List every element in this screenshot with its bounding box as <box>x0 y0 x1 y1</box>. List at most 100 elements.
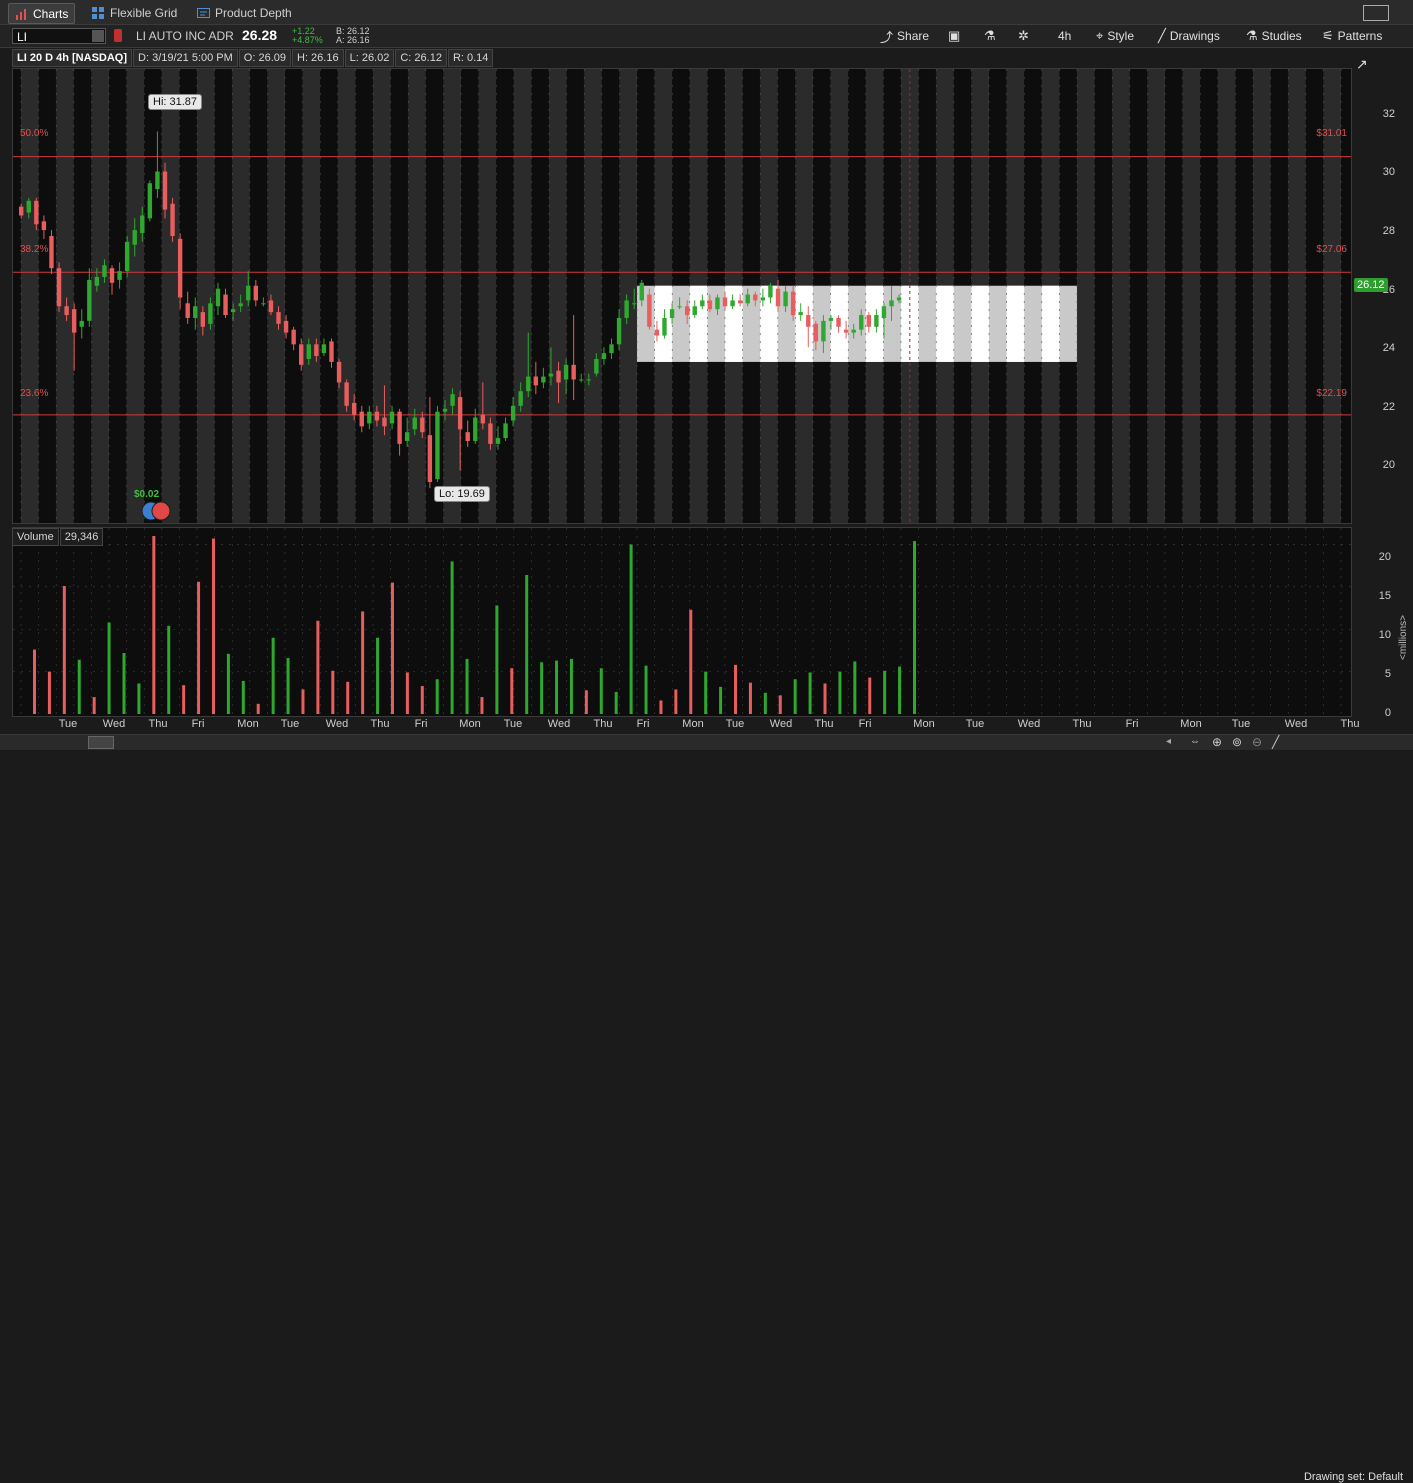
volume-bar <box>674 689 678 714</box>
style-button[interactable]: ⌖ Style <box>1096 28 1134 44</box>
pan-icon[interactable]: ⇔ <box>1190 736 1200 747</box>
pencil-icon: ╱ <box>1158 28 1166 43</box>
volume-bar <box>704 671 708 714</box>
candle-body <box>140 215 145 234</box>
volume-chart[interactable] <box>12 527 1352 717</box>
candle-body <box>480 414 486 424</box>
volume-bar <box>644 665 648 714</box>
time-tick: Tue <box>1231 718 1251 730</box>
time-tick: Mon <box>913 718 935 730</box>
studies-label: Studies <box>1261 29 1302 43</box>
candle-body <box>117 271 122 280</box>
candle-body <box>647 294 652 327</box>
session-stripe <box>285 69 303 523</box>
candle-body <box>79 320 84 327</box>
time-tick: Mon <box>459 718 481 730</box>
candle-body <box>737 300 743 304</box>
session-stripe <box>478 69 497 523</box>
chart-symbol[interactable]: LI 20 D 4h [NASDAQ] <box>12 49 133 67</box>
zoom-icon[interactable]: ⊚ <box>1232 735 1242 749</box>
fib-price-23: $22.19 <box>1316 388 1347 399</box>
tab-label: Flexible Grid <box>110 5 178 20</box>
candle-body <box>56 268 62 307</box>
drawings-button[interactable]: ╱ Drawings <box>1158 28 1220 44</box>
candle-body <box>753 294 758 301</box>
candle-body <box>821 320 826 342</box>
volume-bar <box>271 637 275 714</box>
patterns-button[interactable]: ⚟ Patterns <box>1322 28 1382 44</box>
time-axis[interactable]: Tue Wed Thu Fri Mon Tue Wed Thu Fri Mon Tue Wed Thu F… <box>12 717 1359 733</box>
share-icon: ⤴ <box>880 29 894 45</box>
depth-icon <box>197 7 210 18</box>
volume-bar <box>853 661 857 714</box>
time-tick: Thu <box>593 718 613 730</box>
session-stripe <box>1094 69 1113 523</box>
window-layout-button[interactable] <box>1363 5 1389 21</box>
candle-body <box>579 379 584 381</box>
share-button[interactable]: ⤴ Share <box>880 28 929 45</box>
volume-label[interactable]: Volume <box>12 528 59 546</box>
zoom-out-icon[interactable]: ⊖ <box>1252 735 1262 749</box>
volume-bar <box>167 625 171 714</box>
session-stripe <box>267 69 285 523</box>
session-stripe <box>1077 69 1095 523</box>
link-lock-icon[interactable] <box>114 29 122 42</box>
calendar-button[interactable]: ▣ <box>948 28 964 44</box>
session-stripe <box>513 69 532 523</box>
volume-bar <box>734 664 738 714</box>
time-tick: Fri <box>636 718 650 730</box>
interval-selector[interactable]: 4h <box>1058 28 1071 44</box>
fib-price-50: $31.01 <box>1316 128 1347 139</box>
volume-bar <box>555 660 559 714</box>
style-icon: ⌖ <box>1096 28 1104 43</box>
session-stripe <box>531 69 549 523</box>
candle-body <box>654 329 660 336</box>
candle-body <box>662 317 667 336</box>
volume-bar <box>152 536 156 714</box>
price-tick: 24 <box>1382 342 1395 354</box>
flask-button[interactable]: ⚗ <box>984 28 1000 44</box>
tab-flexible-grid[interactable]: Flexible Grid <box>92 3 177 22</box>
candle-body <box>473 417 478 441</box>
volume-bar <box>256 703 260 714</box>
chevron-down-icon[interactable] <box>92 30 104 42</box>
tab-charts[interactable]: Charts <box>8 3 76 24</box>
candle-body <box>412 417 417 430</box>
volume-bar <box>868 677 872 714</box>
earnings-event-icon[interactable] <box>140 500 174 522</box>
time-tick: Tue <box>503 718 523 730</box>
candle-body <box>700 300 705 307</box>
volume-bar <box>286 658 290 714</box>
volume-bar <box>525 574 529 714</box>
volume-bar <box>614 691 618 714</box>
settings-button[interactable]: ✲ <box>1018 28 1033 44</box>
tab-product-depth[interactable]: Product Depth <box>197 3 292 22</box>
price-tick: 32 <box>1382 108 1395 120</box>
price-chart[interactable]: 50.0% $31.01 38.2% $27.06 23.6% $22.19 H… <box>12 68 1352 524</box>
candle-body <box>541 376 546 383</box>
chart-drawing-icon[interactable]: ↗ <box>1356 56 1372 72</box>
session-stripe <box>91 69 109 523</box>
candle-body <box>775 288 781 307</box>
session-stripe <box>1253 69 1271 523</box>
candle-body <box>639 282 644 301</box>
studies-button[interactable]: ⚗ Studies <box>1246 28 1302 44</box>
scroll-left-icon[interactable]: ◂ <box>1166 736 1171 747</box>
candle-body <box>162 171 168 210</box>
pencil-icon[interactable]: ╱ <box>1272 735 1279 749</box>
candle-body <box>329 341 334 362</box>
price-tick: 20 <box>1382 459 1395 471</box>
candle-body <box>306 344 311 359</box>
candle-body <box>41 221 47 231</box>
patterns-icon: ⚟ <box>1322 28 1334 43</box>
session-stripe <box>1270 69 1289 523</box>
candle-body <box>321 344 327 354</box>
volume-bar <box>376 637 380 714</box>
crosshair-icon[interactable]: ⊕ <box>1212 735 1222 749</box>
time-tick: Thu <box>1072 718 1092 730</box>
price-axis[interactable]: 32 30 28 26 24 22 20 ↗ <box>1352 56 1413 524</box>
session-stripe <box>443 69 461 523</box>
scroll-handle[interactable] <box>88 736 114 749</box>
drawing-set[interactable]: Drawing set: Default <box>1304 1471 1403 1483</box>
candle-body <box>102 265 107 277</box>
